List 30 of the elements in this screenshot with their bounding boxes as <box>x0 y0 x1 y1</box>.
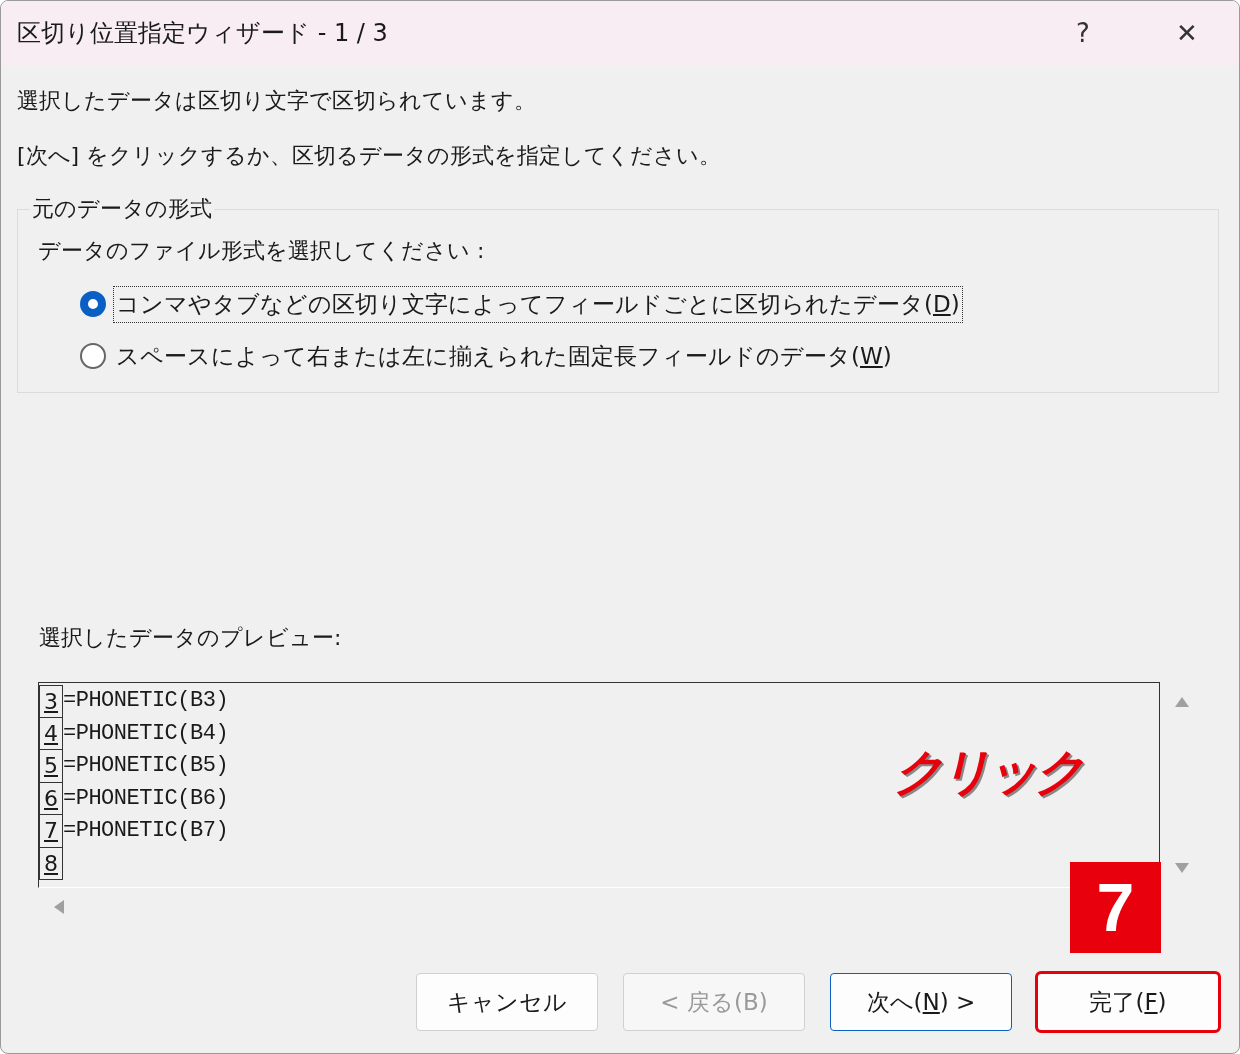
row-number: 8 <box>39 847 63 880</box>
row-number: 4 <box>39 717 63 750</box>
annotation-text: クリック <box>893 742 1081 803</box>
radio-label[interactable]: スペースによって右または左に揃えられた固定長フィールドのデータ(W) <box>114 338 894 374</box>
scroll-up-icon[interactable] <box>1174 696 1190 708</box>
preview-line: =PHONETIC(B6) <box>63 784 229 813</box>
dialog-button[interactable]: キャンセル <box>416 973 598 1031</box>
preview-label: 選択したデータのプレビュー: <box>39 624 343 652</box>
radio-label[interactable]: コンマやタブなどの区切り文字によってフィールドごとに区切られたデータ(D) <box>114 286 962 322</box>
row-number: 5 <box>39 750 63 783</box>
scroll-down-icon[interactable] <box>1174 862 1190 874</box>
prompt-text: データのファイル形式を選択してください : <box>38 237 486 265</box>
preview-line: =PHONETIC(B3) <box>63 687 229 715</box>
row-number: 6 <box>39 782 63 815</box>
preview-line: =PHONETIC(B5) <box>63 752 229 780</box>
row-number: 7 <box>39 815 63 848</box>
step-badge: 7 <box>1070 862 1161 953</box>
row-number: 3 <box>39 685 63 718</box>
dialog-button[interactable]: 次へ(N) > <box>830 973 1012 1031</box>
preview-line: =PHONETIC(B7) <box>63 817 229 845</box>
instruction-text: 選択したデータは区切り文字で区切られています。 <box>17 87 537 115</box>
instruction-text: [次へ] をクリックするか、区切るデータの形式を指定してください。 <box>17 142 723 170</box>
help-button[interactable]: ? <box>1031 1 1135 65</box>
close-button[interactable]: ✕ <box>1135 1 1239 65</box>
preview-line: =PHONETIC(B4) <box>63 719 229 748</box>
radio-button[interactable] <box>80 343 106 369</box>
scroll-left-icon[interactable] <box>53 899 65 915</box>
dialog-button[interactable]: 完了(F) <box>1037 973 1219 1031</box>
window-title: 区切り位置指定ウィザード - 1 / 3 <box>17 18 389 49</box>
radio-button[interactable] <box>80 291 106 317</box>
